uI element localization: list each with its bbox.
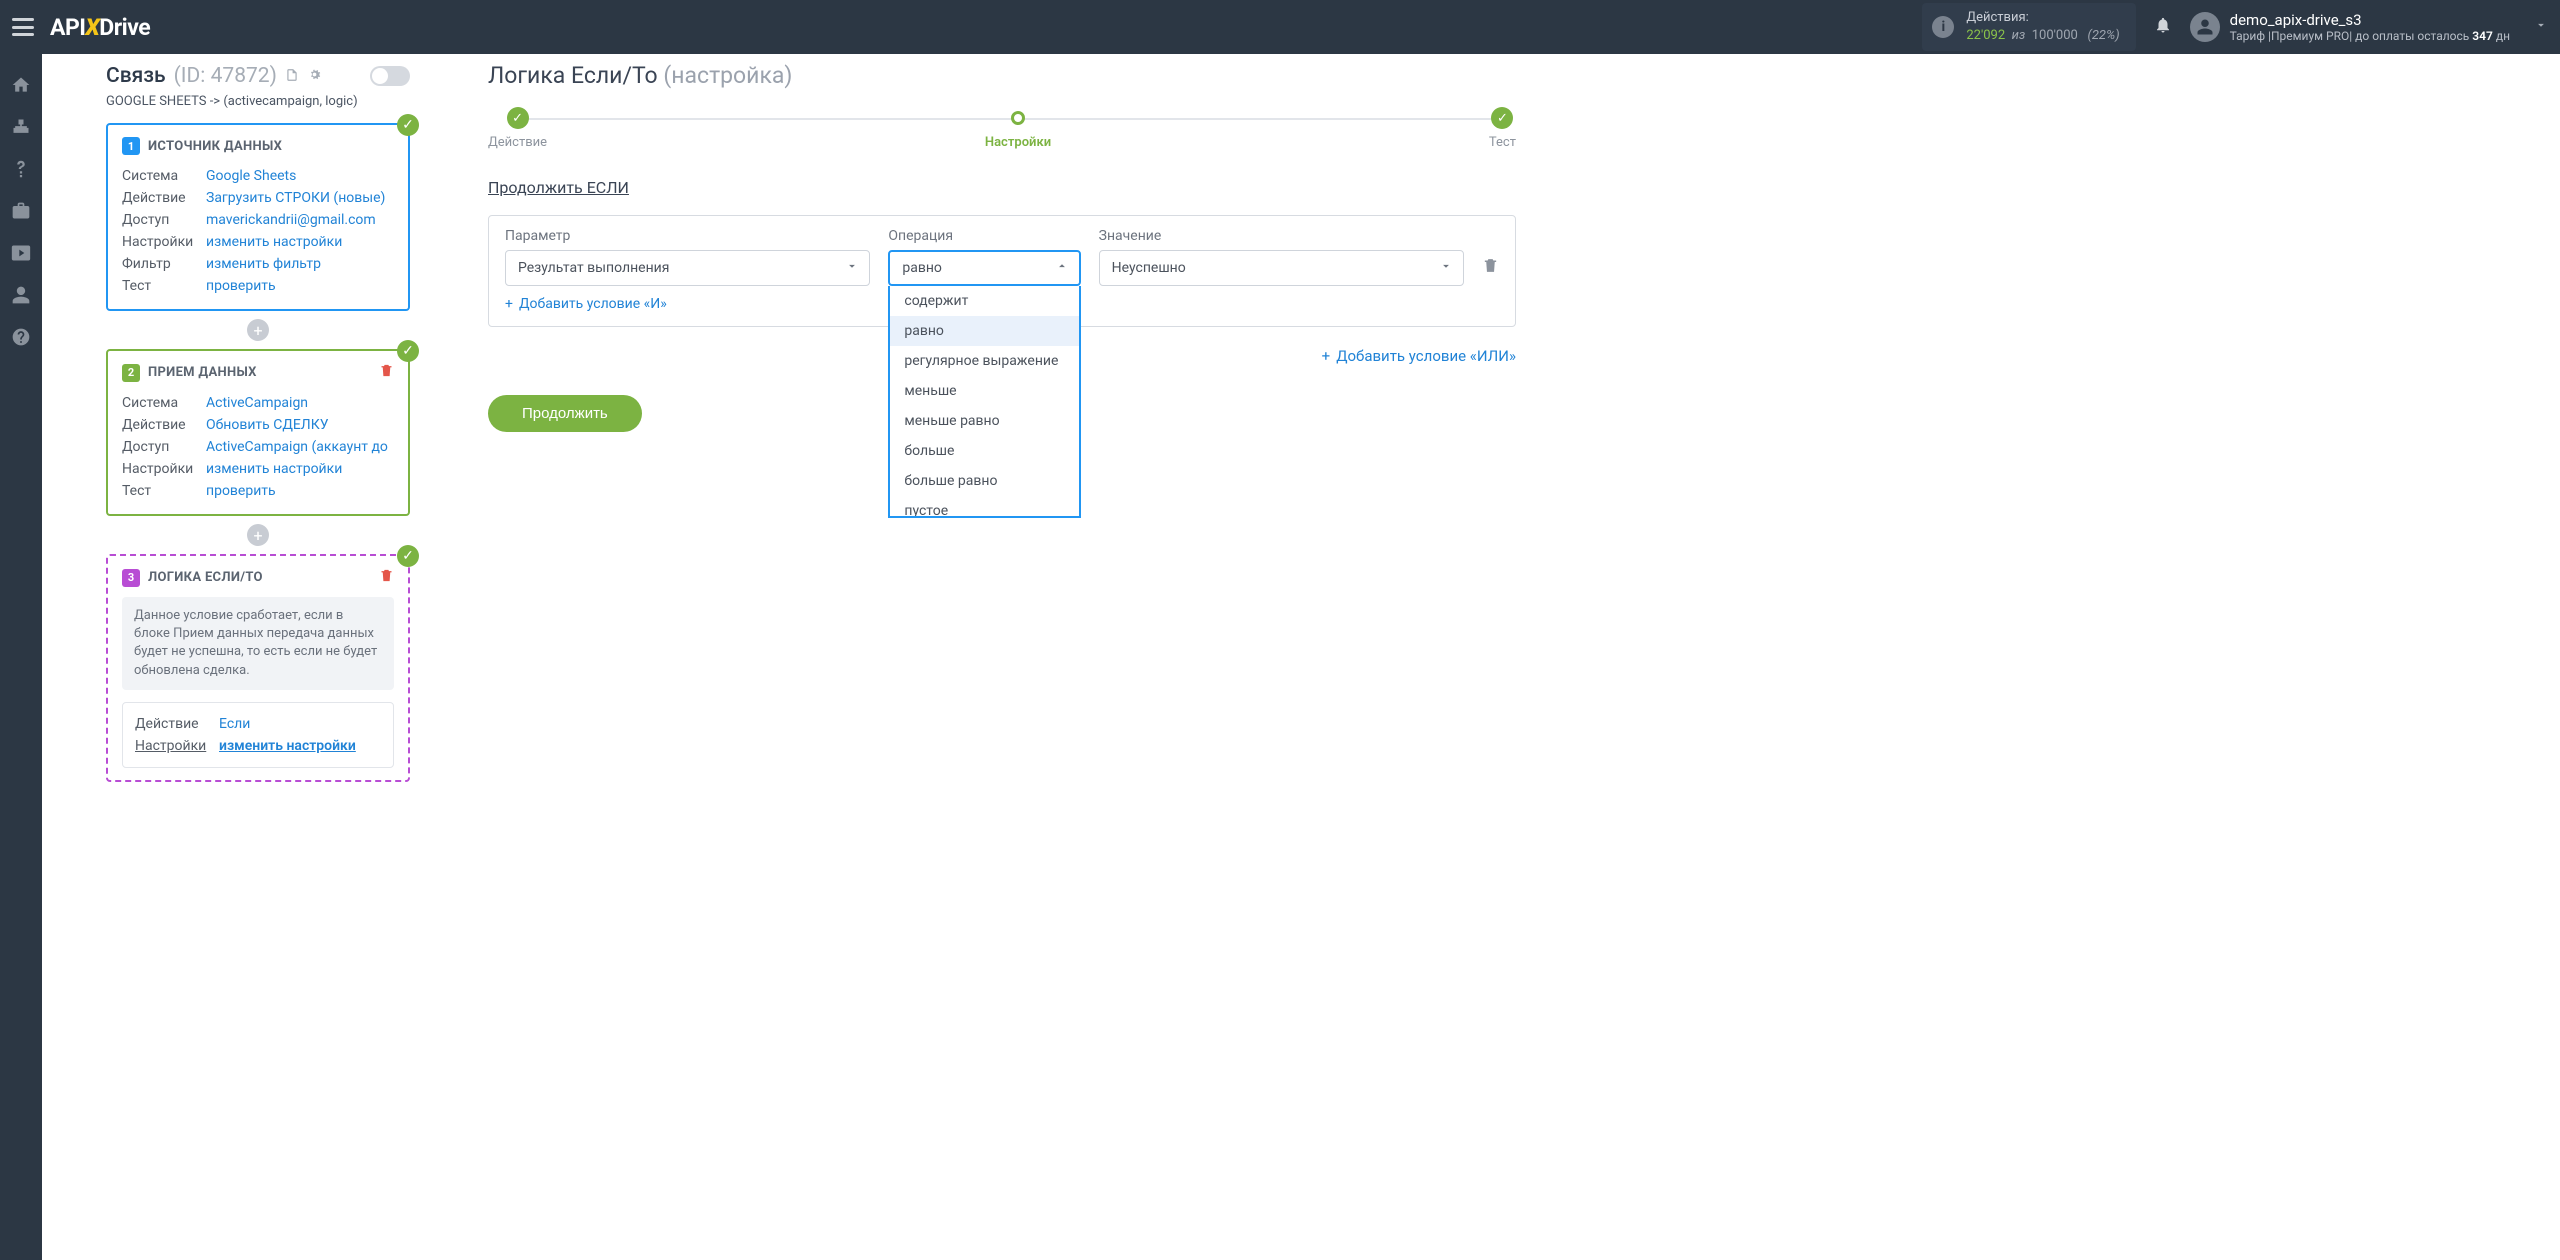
- actions-count: 22'092: [1966, 28, 2005, 43]
- operation-dropdown: содержит равно регулярное выражение мень…: [888, 286, 1080, 518]
- add-step-button[interactable]: +: [247, 319, 269, 341]
- dropdown-option[interactable]: меньше равно: [890, 406, 1078, 436]
- card-title: ЛОГИКА ЕСЛИ/ТО: [148, 570, 263, 585]
- delete-card-icon[interactable]: [379, 568, 394, 587]
- nav-user-icon[interactable]: [0, 276, 42, 314]
- nav-help-icon[interactable]: [0, 318, 42, 356]
- stepper: ✓Действие Настройки ✓Тест: [488, 107, 1516, 150]
- status-badge-icon: ✓: [397, 340, 419, 362]
- card-number: 3: [122, 569, 140, 587]
- actions-label: Действия:: [1966, 9, 2119, 27]
- logo: APIXDrive: [50, 14, 150, 41]
- select-operation[interactable]: равно: [888, 250, 1080, 286]
- plus-icon: +: [505, 296, 513, 312]
- label-operation: Операция: [888, 228, 1080, 244]
- user-menu[interactable]: demo_apix-drive_s3 Тариф |Премиум PRO| д…: [2190, 11, 2548, 43]
- nav-sitemap-icon[interactable]: [0, 108, 42, 146]
- condition-block: Параметр Результат выполнения Операция р…: [488, 215, 1516, 327]
- add-or-condition[interactable]: + Добавить условие «ИЛИ»: [1322, 347, 1516, 365]
- info-icon: i: [1932, 16, 1954, 38]
- dropdown-option[interactable]: регулярное выражение: [890, 346, 1078, 376]
- actions-total: 100'000: [2032, 28, 2078, 43]
- connection-toggle[interactable]: [370, 66, 410, 86]
- card-destination[interactable]: ✓ 2 ПРИЕМ ДАННЫХ СистемаActiveCampaign Д…: [106, 349, 410, 516]
- actions-pct: (22%): [2088, 28, 2120, 43]
- avatar: [2190, 12, 2220, 42]
- chevron-down-icon: [1439, 259, 1453, 277]
- delete-condition-icon[interactable]: [1482, 237, 1499, 278]
- add-step-button[interactable]: +: [247, 524, 269, 546]
- card-note: Данное условие сработает, если в блоке П…: [122, 597, 394, 690]
- actions-of: из: [2012, 28, 2026, 43]
- step-action[interactable]: ✓Действие: [488, 107, 547, 150]
- card-source[interactable]: ✓ 1 ИСТОЧНИК ДАННЫХ СистемаGoogle Sheets…: [106, 123, 410, 311]
- label-value: Значение: [1099, 228, 1464, 244]
- status-badge-icon: ✓: [397, 114, 419, 136]
- card-number: 1: [122, 137, 140, 155]
- nav-billing-icon[interactable]: [0, 150, 42, 188]
- card-title: ПРИЕМ ДАННЫХ: [148, 365, 257, 380]
- connection-title: Связь: [106, 64, 166, 88]
- card-number: 2: [122, 364, 140, 382]
- continue-button[interactable]: Продолжить: [488, 395, 642, 432]
- chevron-down-icon: [845, 259, 859, 277]
- plan-info: Тариф |Премиум PRO| до оплаты осталось 3…: [2230, 29, 2510, 43]
- nav-home-icon[interactable]: [0, 66, 42, 104]
- select-parameter[interactable]: Результат выполнения: [505, 250, 870, 286]
- hamburger-menu[interactable]: [12, 18, 34, 36]
- section-heading: Продолжить ЕСЛИ: [488, 178, 1516, 197]
- dropdown-option[interactable]: пустое: [890, 496, 1078, 518]
- connection-header: Связь (ID: 47872): [106, 64, 410, 88]
- dropdown-option[interactable]: меньше: [890, 376, 1078, 406]
- delete-card-icon[interactable]: [379, 363, 394, 382]
- user-name: demo_apix-drive_s3: [2230, 11, 2510, 29]
- dropdown-option[interactable]: равно: [890, 316, 1078, 346]
- plus-icon: +: [1322, 347, 1331, 365]
- nav-video-icon[interactable]: [0, 234, 42, 272]
- logo-x: X: [86, 14, 100, 41]
- chevron-up-icon: [1055, 259, 1069, 277]
- add-and-condition[interactable]: + Добавить условие «И»: [505, 296, 667, 312]
- logo-text-b: Drive: [99, 14, 150, 41]
- card-title: ИСТОЧНИК ДАННЫХ: [148, 139, 282, 154]
- sidebar: [0, 54, 42, 1260]
- select-value[interactable]: Неуспешно: [1099, 250, 1464, 286]
- dropdown-option[interactable]: больше: [890, 436, 1078, 466]
- step-settings[interactable]: Настройки: [985, 107, 1051, 150]
- step-test[interactable]: ✓Тест: [1489, 107, 1516, 150]
- actions-counter[interactable]: i Действия: 22'092 из 100'000 (22%): [1922, 3, 2135, 50]
- dropdown-option[interactable]: содержит: [890, 286, 1078, 316]
- nav-briefcase-icon[interactable]: [0, 192, 42, 230]
- label-parameter: Параметр: [505, 228, 870, 244]
- notifications-icon[interactable]: [2146, 16, 2180, 39]
- dropdown-option[interactable]: больше равно: [890, 466, 1078, 496]
- chevron-down-icon: [2534, 18, 2548, 36]
- card-logic[interactable]: ✓ 3 ЛОГИКА ЕСЛИ/ТО Данное условие сработ…: [106, 554, 410, 782]
- connection-subtitle: GOOGLE SHEETS -> (activecampaign, logic): [106, 94, 410, 109]
- connection-id: (ID: 47872): [174, 64, 277, 88]
- doc-icon[interactable]: [285, 67, 299, 86]
- gear-icon[interactable]: [307, 67, 322, 86]
- page-title: Логика Если/То (настройка): [488, 62, 1516, 89]
- logo-text-a: API: [50, 14, 86, 41]
- status-badge-icon: ✓: [397, 545, 419, 567]
